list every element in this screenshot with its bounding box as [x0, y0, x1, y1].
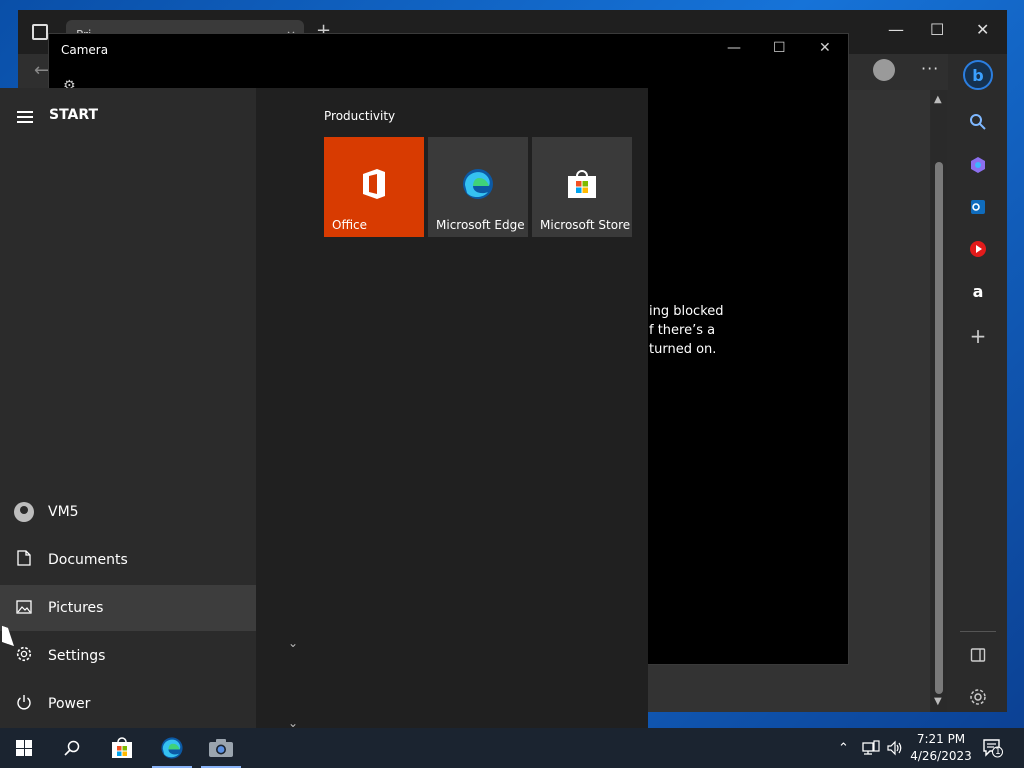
tile-label: Microsoft Store — [540, 218, 631, 232]
sidebar-divider — [960, 631, 996, 632]
taskbar: ⌃ 7:21 PM 4/26/2023 1 — [0, 728, 1024, 768]
office-icon — [363, 169, 385, 199]
bing-copilot-icon[interactable]: b — [963, 60, 993, 90]
start-button[interactable] — [0, 728, 48, 768]
document-icon — [0, 550, 48, 570]
power-icon — [0, 694, 48, 714]
settings-icon[interactable] — [966, 685, 990, 709]
tile-label: Microsoft Edge — [436, 218, 525, 232]
store-icon — [112, 737, 132, 758]
taskbar-camera-button[interactable] — [197, 728, 245, 768]
tile-office[interactable]: Office — [324, 137, 424, 237]
browser-close-icon[interactable]: ✕ — [976, 20, 989, 39]
start-title: START — [49, 107, 99, 123]
outlook-icon[interactable] — [966, 195, 990, 219]
camera-close-icon[interactable]: ✕ — [819, 40, 831, 56]
camera-minimize-icon[interactable]: — — [727, 40, 741, 56]
camera-window-title: Camera — [61, 43, 109, 57]
camera-message-line: turned on. — [649, 342, 717, 357]
camera-blocked-message: ing blocked f there’s a turned on. — [649, 302, 829, 359]
start-menu-tiles: Productivity Office Microsoft Edge Micro… — [256, 88, 648, 730]
clock-date: 4/26/2023 — [910, 749, 972, 763]
scroll-up-icon[interactable]: ▲ — [934, 94, 942, 105]
show-hidden-icons[interactable]: ⌃ — [838, 728, 849, 768]
scroll-thumb[interactable] — [935, 162, 943, 694]
start-item-documents[interactable]: Documents — [0, 537, 256, 583]
camera-message-line: f there’s a — [649, 323, 716, 338]
taskbar-clock[interactable]: 7:21 PM 4/26/2023 — [905, 731, 977, 765]
browser-minimize-icon[interactable]: — — [888, 20, 904, 39]
add-icon[interactable]: + — [966, 324, 990, 348]
store-icon — [568, 170, 596, 198]
start-menu-sidebar: START VM5 Documents Pictures Settings Po… — [0, 88, 256, 728]
amazon-icon[interactable]: a — [966, 279, 990, 303]
search-icon — [64, 740, 80, 756]
user-avatar-icon — [14, 502, 34, 522]
taskbar-store-button[interactable] — [98, 728, 146, 768]
start-item-label: Power — [48, 696, 91, 712]
scroll-down-icon[interactable]: ▼ — [934, 696, 942, 707]
action-center-button[interactable]: 1 — [982, 728, 1004, 768]
start-user-button[interactable]: VM5 — [0, 489, 256, 535]
search-icon[interactable] — [966, 110, 990, 134]
youtube-music-icon[interactable] — [966, 237, 990, 261]
camera-maximize-icon[interactable]: ☐ — [773, 40, 786, 56]
volume-icon[interactable] — [886, 728, 904, 768]
browser-maximize-icon[interactable]: ☐ — [930, 20, 944, 39]
tile-label: Office — [332, 218, 368, 232]
clock-time: 7:21 PM — [916, 732, 966, 746]
start-user-label: VM5 — [48, 504, 79, 520]
tile-microsoft-store[interactable]: Microsoft Store — [532, 137, 632, 237]
settings-icon — [0, 646, 48, 666]
notification-count: 1 — [995, 747, 1001, 757]
chevron-up-icon: ⌃ — [838, 740, 849, 756]
chevron-down-icon[interactable]: ⌄ — [288, 636, 298, 650]
windows-logo-icon — [16, 740, 32, 756]
network-icon[interactable] — [862, 728, 880, 768]
pictures-icon — [0, 599, 48, 618]
tab-actions-icon[interactable] — [32, 24, 48, 40]
tile-microsoft-edge[interactable]: Microsoft Edge — [428, 137, 528, 237]
profile-avatar-icon[interactable] — [873, 59, 895, 81]
start-item-settings[interactable]: Settings — [0, 633, 256, 679]
split-view-icon[interactable] — [966, 643, 990, 667]
edge-icon — [463, 169, 493, 199]
browser-scrollbar[interactable]: ▲ ▼ — [931, 90, 947, 712]
back-arrow-icon[interactable]: ← — [34, 60, 49, 81]
tile-group-title[interactable]: Productivity — [324, 109, 395, 123]
hamburger-menu-icon[interactable] — [17, 111, 33, 123]
start-item-power[interactable]: Power — [0, 681, 256, 727]
start-item-label: Documents — [48, 552, 128, 568]
camera-message-line: ing blocked — [649, 304, 724, 319]
start-item-pictures[interactable]: Pictures — [0, 585, 256, 631]
camera-icon — [209, 739, 233, 757]
shopping-icon[interactable] — [966, 153, 990, 177]
taskbar-edge-button[interactable] — [148, 728, 196, 768]
browser-sidebar: b a + — [948, 54, 1007, 712]
edge-icon — [161, 737, 183, 759]
start-item-label: Pictures — [48, 600, 104, 616]
start-item-label: Settings — [48, 648, 106, 664]
search-button[interactable] — [48, 728, 96, 768]
more-options-icon[interactable]: ··· — [921, 59, 939, 78]
